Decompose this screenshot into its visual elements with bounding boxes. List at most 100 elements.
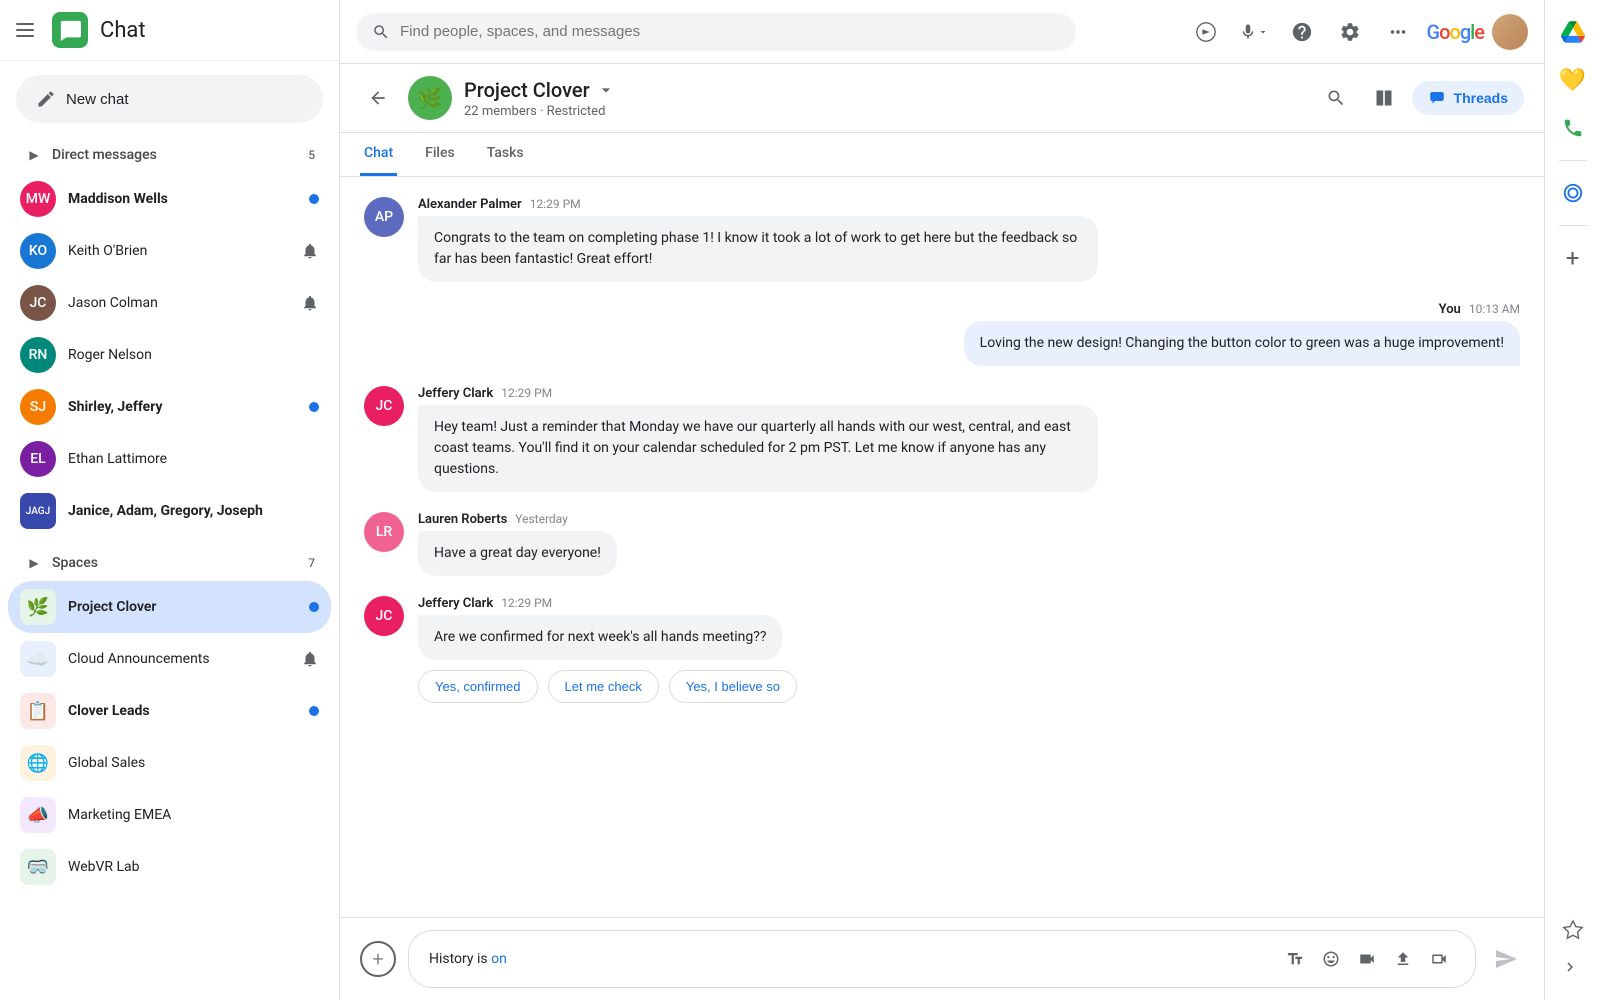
right-panel-bottom xyxy=(1553,910,1593,988)
avatar: MW xyxy=(20,181,56,217)
emoji-button[interactable] xyxy=(1315,943,1347,975)
smart-reply-yes-confirmed[interactable]: Yes, confirmed xyxy=(418,670,538,703)
contact-roger[interactable]: RN Roger Nelson xyxy=(8,329,331,381)
add-app-button[interactable]: + xyxy=(1553,238,1593,278)
threads-button[interactable]: Threads xyxy=(1412,81,1524,115)
unread-indicator xyxy=(309,602,319,612)
message-input-area: + History is on xyxy=(340,917,1544,1000)
direct-messages-section[interactable]: ▶ Direct messages 5 xyxy=(8,137,331,173)
message-row: LR Lauren Roberts Yesterday Have a great… xyxy=(364,512,1520,576)
new-chat-button[interactable]: New chat xyxy=(16,75,323,123)
contact-maddison[interactable]: MW Maddison Wells xyxy=(8,173,331,225)
tasks-icon-button[interactable] xyxy=(1553,173,1593,213)
message-input[interactable]: History is on xyxy=(429,951,1271,967)
space-name: Global Sales xyxy=(68,755,319,771)
contact-name: Jason Colman xyxy=(68,295,289,311)
search-chat-button[interactable] xyxy=(1316,78,1356,118)
back-button[interactable] xyxy=(360,80,396,116)
help-button[interactable] xyxy=(1282,12,1322,52)
contact-keith[interactable]: KO Keith O'Brien xyxy=(8,225,331,277)
upload-button[interactable] xyxy=(1387,943,1419,975)
space-clover-leads[interactable]: 📋 Clover Leads xyxy=(8,685,331,737)
message-row: JC Jeffery Clark 12:29 PM Are we confirm… xyxy=(364,596,1520,660)
google-keep-icon-button[interactable]: 💛 xyxy=(1553,60,1593,100)
message-input-box[interactable]: History is on xyxy=(408,930,1476,988)
right-panel: 💛 + xyxy=(1544,0,1600,1000)
message-bubble: Are we confirmed for next week's all han… xyxy=(418,615,782,660)
dm-expand-icon: ▶ xyxy=(24,145,44,165)
smart-reply-let-me-check[interactable]: Let me check xyxy=(548,670,659,703)
message-row: JC Jeffery Clark 12:29 PM Hey team! Just… xyxy=(364,386,1520,492)
own-message-row: You 10:13 AM Loving the new design! Chan… xyxy=(364,302,1520,366)
hamburger-menu-icon[interactable] xyxy=(16,18,40,42)
message-row: AP Alexander Palmer 12:29 PM Congrats to… xyxy=(364,197,1520,282)
chat-header: 🌿 Project Clover 22 members · Restricted… xyxy=(340,64,1544,133)
google-logo: Google xyxy=(1426,20,1484,44)
star-icon-button[interactable] xyxy=(1553,910,1593,950)
space-cloud-announcements[interactable]: ☁️ Cloud Announcements xyxy=(8,633,331,685)
space-name: Marketing EMEA xyxy=(68,807,319,823)
contact-shirley-jeffery[interactable]: SJ Shirley, Jeffery xyxy=(8,381,331,433)
unread-indicator xyxy=(309,194,319,204)
meet-icon-button[interactable] xyxy=(1186,12,1226,52)
message-bubble: Loving the new design! Changing the butt… xyxy=(964,321,1520,366)
space-avatar: 🌿 xyxy=(408,76,452,120)
message-time: 12:29 PM xyxy=(501,386,552,400)
user-avatar[interactable] xyxy=(1492,14,1528,50)
avatar: JC xyxy=(364,386,404,426)
space-name: WebVR Lab xyxy=(68,859,319,875)
space-global-sales[interactable]: 🌐 Global Sales xyxy=(8,737,331,789)
contact-ethan[interactable]: EL Ethan Lattimore xyxy=(8,433,331,485)
smart-reply-yes-believe-so[interactable]: Yes, I believe so xyxy=(669,670,797,703)
google-phone-icon-button[interactable] xyxy=(1553,108,1593,148)
video-button[interactable] xyxy=(1351,943,1383,975)
send-button[interactable] xyxy=(1488,941,1524,977)
space-icon: 🌿 xyxy=(20,589,56,625)
split-view-button[interactable] xyxy=(1364,78,1404,118)
avatar: RN xyxy=(20,337,56,373)
message-sender: Jeffery Clark xyxy=(418,386,493,401)
tab-files[interactable]: Files xyxy=(421,133,459,176)
chat-subtitle: 22 members · Restricted xyxy=(464,104,1304,119)
message-group: JC Jeffery Clark 12:29 PM Are we confirm… xyxy=(364,596,1520,703)
contacts-list: MW Maddison Wells KO Keith O'Brien JC Ja… xyxy=(0,173,339,537)
add-attachment-button[interactable]: + xyxy=(360,941,396,977)
tab-tasks[interactable]: Tasks xyxy=(483,133,528,176)
tab-chat[interactable]: Chat xyxy=(360,133,397,176)
contact-group[interactable]: JAGJ Janice, Adam, Gregory, Joseph xyxy=(8,485,331,537)
sidebar-header: Chat xyxy=(0,0,339,61)
header-actions: Threads xyxy=(1316,78,1524,118)
chat-title-area: Project Clover 22 members · Restricted xyxy=(464,78,1304,119)
avatar: KO xyxy=(20,233,56,269)
search-input[interactable] xyxy=(400,23,1060,40)
sidebar: Chat New chat ▶ Direct messages 5 MW Mad… xyxy=(0,0,340,1000)
message-content: Jeffery Clark 12:29 PM Hey team! Just a … xyxy=(418,386,1098,492)
spaces-section[interactable]: ▶ Spaces 7 xyxy=(8,545,331,581)
space-icon: 📋 xyxy=(20,693,56,729)
dropdown-icon[interactable] xyxy=(596,80,616,100)
meet-call-button[interactable] xyxy=(1423,943,1455,975)
contact-name: Roger Nelson xyxy=(68,347,319,363)
app-title: Chat xyxy=(100,18,146,43)
space-marketing-emea[interactable]: 📣 Marketing EMEA xyxy=(8,789,331,841)
top-bar: Google xyxy=(340,0,1544,64)
avatar: SJ xyxy=(20,389,56,425)
contact-jason[interactable]: JC Jason Colman xyxy=(8,277,331,329)
search-bar[interactable] xyxy=(356,13,1076,51)
message-time: 12:29 PM xyxy=(501,596,552,610)
space-webvr-lab[interactable]: 🥽 WebVR Lab xyxy=(8,841,331,893)
format-text-button[interactable] xyxy=(1279,943,1311,975)
chat-container: 🌿 Project Clover 22 members · Restricted… xyxy=(340,64,1544,1000)
space-name: Project Clover xyxy=(68,599,297,615)
space-project-clover[interactable]: 🌿 Project Clover xyxy=(8,581,331,633)
dm-section-title: Direct messages xyxy=(52,147,295,163)
mic-dropdown-button[interactable] xyxy=(1234,12,1274,52)
collapse-panel-button[interactable] xyxy=(1553,950,1593,988)
messages-area[interactable]: AP Alexander Palmer 12:29 PM Congrats to… xyxy=(340,177,1544,917)
settings-button[interactable] xyxy=(1330,12,1370,52)
threads-icon xyxy=(1428,89,1446,107)
apps-button[interactable] xyxy=(1378,12,1418,52)
google-drive-icon-button[interactable] xyxy=(1553,12,1593,52)
message-bubble: Hey team! Just a reminder that Monday we… xyxy=(418,405,1098,492)
contact-name: Ethan Lattimore xyxy=(68,451,319,467)
